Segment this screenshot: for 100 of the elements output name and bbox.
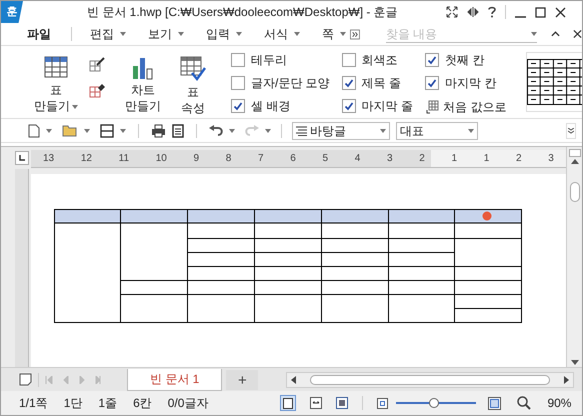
zoom-out-icon[interactable] [377,398,388,408]
ruler-number: 2 [419,152,425,166]
option-label: 테두리 [251,52,287,69]
add-tab-button[interactable]: + [226,370,258,390]
scrollbar-thumb[interactable] [570,182,580,202]
table-icon [44,56,68,78]
ruler-number: 12 [80,152,92,166]
ruler-number: 6 [290,152,296,166]
status-item: 1줄 [98,395,118,412]
more-icon[interactable] [350,28,360,40]
menu-item[interactable]: 서식 [264,25,300,43]
preview-icon[interactable] [172,124,184,138]
caret-icon [468,128,474,132]
close-icon[interactable] [555,6,566,18]
checkbox[interactable] [231,53,245,67]
caret-icon [178,32,184,36]
style-dropdown[interactable]: 바탕글 [292,122,390,140]
checkbox[interactable] [231,99,245,113]
option-label: 마지막 줄 [362,98,414,115]
search-icon[interactable] [517,396,532,410]
status-item: 1단 [64,395,82,412]
ruler-number: 4 [354,152,360,166]
ruler-number: 10 [156,152,167,166]
caret-icon [229,128,235,132]
menu-item[interactable]: 편집 [90,25,126,43]
vertical-scrollbar[interactable] [566,147,582,367]
slider-thumb[interactable] [429,398,440,408]
checkbox[interactable] [342,53,356,67]
option-label: 제목 줄 [362,75,402,92]
menu-item[interactable]: 입력 [206,25,242,43]
ruler-number: 13 [43,152,54,166]
status-item: 6칸 [133,395,152,412]
window-title: 빈 문서 1.hwp [C:₩Users₩dooleecom₩Desktop₩] - 훈글 [87,4,398,21]
down-arrow-icon [570,360,578,365]
save-icon[interactable] [100,124,114,138]
align-icon [296,126,307,136]
fit-width-icon[interactable] [310,397,322,409]
caret-icon [120,32,126,36]
caret-icon [531,32,537,36]
maximize-icon[interactable] [535,6,546,18]
caret-icon [294,32,300,36]
document-tab[interactable]: 빈 문서 1 [127,368,222,390]
caret-icon [265,128,271,132]
page-view-icon[interactable] [280,395,296,411]
caret-icon [380,128,386,132]
zoom-slider[interactable] [396,397,476,409]
option-label: 회색조 [362,52,398,69]
new-document-icon[interactable] [28,124,40,138]
option-label: 첫째 칸 [445,52,484,69]
table-button[interactable]: 표 만들기 [31,50,81,114]
table-undo-icon [425,100,440,114]
option-label: 마지막 칸 [445,75,496,92]
option-label: 글자/문단 모양 [251,75,330,92]
table-style-preview[interactable] [526,52,582,112]
ruler-number: 2 [516,152,522,166]
chevrons-icon [568,128,574,134]
expand-toolbar-button[interactable] [566,122,576,138]
caret-icon [72,104,78,109]
folder-icon[interactable] [62,124,78,137]
menu-item[interactable]: 쪽 [322,25,346,43]
table-properties-button[interactable]: 표 속성 [173,50,213,114]
table-eraser-icon[interactable] [89,82,105,98]
ruler-number: 5 [322,152,328,166]
page-navigation-icon [45,376,101,384]
collapse-icon[interactable] [551,30,560,38]
close-icon[interactable] [573,29,582,39]
undo-icon[interactable] [209,124,223,136]
ruler-number: 9 [194,152,200,166]
menu-item[interactable]: 파일 [27,25,51,43]
checkbox[interactable] [231,76,245,90]
horizontal-scrollbar[interactable] [286,372,574,388]
scrollbar-thumb[interactable] [310,374,550,384]
tab-stop-icon [19,155,25,161]
font-dropdown[interactable]: 대표 [396,122,478,140]
fit-page-icon[interactable] [336,397,348,409]
tab-stop-button[interactable] [15,151,29,165]
status-item: 1/1쪽 [19,395,48,412]
checkbox[interactable] [425,53,440,67]
option-label: 셀 배경 [251,98,290,115]
caret-icon [340,32,346,36]
zoom-in-icon[interactable] [488,396,502,410]
ruler-number: 1 [484,152,490,166]
table-pencil-icon[interactable] [89,56,105,72]
menu-item[interactable]: 보기 [148,25,184,43]
status-item: 0/0글자 [168,395,208,412]
resize-arrows-icon[interactable] [467,6,479,18]
help-icon[interactable] [488,6,496,18]
checkbox[interactable] [342,99,356,113]
chart-button[interactable]: 차트 만들기 [123,50,163,114]
left-arrow-icon [291,376,296,384]
page-icon[interactable] [19,373,32,386]
table-check-icon [180,56,206,82]
right-arrow-icon [564,376,569,384]
print-icon[interactable] [151,124,166,138]
checkbox[interactable] [342,76,356,90]
ruler-number: 3 [387,152,393,166]
ruler-number: 8 [226,152,232,166]
reset-style-button[interactable]: 처음 값으로 [425,98,506,116]
fullscreen-icon[interactable] [446,6,458,18]
checkbox[interactable] [425,76,440,90]
